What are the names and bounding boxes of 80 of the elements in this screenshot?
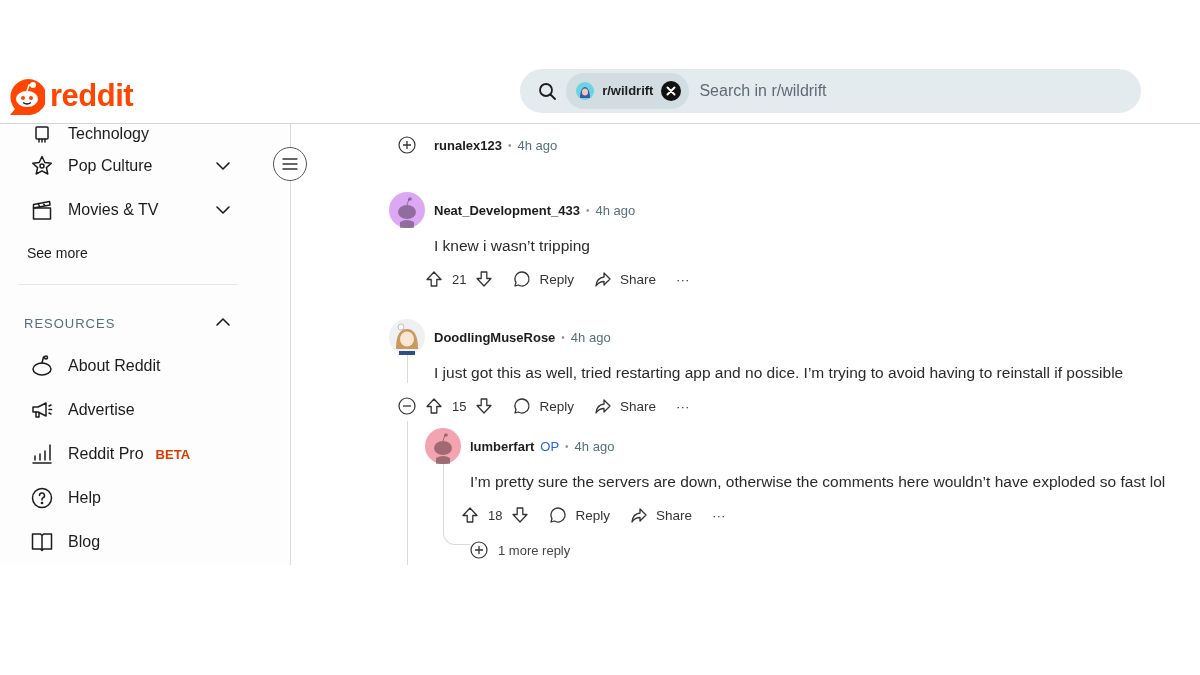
section-heading[interactable]: RESOURCES xyxy=(24,315,116,331)
upvote-button[interactable] xyxy=(461,506,479,524)
downvote-button[interactable] xyxy=(475,270,494,288)
share-arrow-icon xyxy=(594,397,612,415)
comment-author[interactable]: lumberfart xyxy=(470,438,535,454)
sidebar-item[interactable]: Technology xyxy=(0,124,290,144)
more-options-button[interactable]: ··· xyxy=(666,391,700,421)
comment-author[interactable]: Neat_Development_433 xyxy=(434,202,580,218)
share-button[interactable]: Share xyxy=(584,264,666,294)
comment-time: 4h ago xyxy=(570,329,611,345)
avatar-icon xyxy=(389,192,425,228)
item-label: About Reddit xyxy=(68,357,161,375)
cartoon-avatar-drawing xyxy=(389,319,425,355)
separator-dot: • xyxy=(565,440,569,452)
item-label: Help xyxy=(68,489,101,507)
comment-time: 4h ago xyxy=(574,438,615,454)
speech-bubble-icon xyxy=(549,506,568,524)
comment-time: 4h ago xyxy=(595,202,636,218)
reply-button[interactable]: Reply xyxy=(503,264,584,294)
more-replies-link[interactable]: 1 more reply xyxy=(498,542,571,558)
expand-button[interactable] xyxy=(398,136,416,154)
book-icon xyxy=(30,530,54,554)
search-field[interactable]: r/wildrift Search in r/wildrift xyxy=(520,68,1142,113)
op-label: OP xyxy=(540,438,560,454)
upvote-button[interactable] xyxy=(425,397,443,415)
beta-label: BETA xyxy=(155,446,191,462)
item-label: Advertise xyxy=(68,401,135,419)
star-icon xyxy=(30,154,54,178)
vote-count: 21 xyxy=(452,271,467,287)
comment-author[interactable]: DoodlingMuseRose xyxy=(434,329,556,345)
sidebar-item[interactable]: Blog xyxy=(0,520,290,564)
community-avatar-icon xyxy=(576,81,595,100)
comment-text: I knew i wasn’t tripping xyxy=(433,236,591,256)
share-button[interactable]: Share xyxy=(620,500,702,530)
bar-chart-icon xyxy=(30,442,54,466)
comment-author[interactable]: runalex123 xyxy=(434,137,502,153)
comment-text: I’m pretty sure the servers are down, otherwise the comments here wouldn’t have exploded so fast lol xyxy=(469,472,1167,492)
item-label: Movies & TV xyxy=(68,201,159,219)
item-label: Reddit Pro xyxy=(68,445,144,463)
item-label: Technology xyxy=(68,125,149,143)
subreddit-chip[interactable]: r/wildrift xyxy=(566,72,690,109)
reply-button[interactable]: Reply xyxy=(539,500,620,530)
menu-icon xyxy=(281,156,299,172)
collapse-button[interactable] xyxy=(398,397,416,415)
separator-dot: • xyxy=(507,139,512,151)
expand-icon[interactable] xyxy=(470,541,488,559)
speech-bubble-icon xyxy=(513,397,532,415)
sidebar-item[interactable]: About Reddit xyxy=(0,344,290,388)
alien-head-logo-icon xyxy=(7,76,45,115)
avatar-icon xyxy=(425,428,461,464)
clapperboard-icon xyxy=(30,198,54,222)
reply-button[interactable]: Reply xyxy=(503,391,584,421)
search-icon xyxy=(538,81,557,100)
separator-dot: • xyxy=(561,331,565,343)
more-options-button[interactable]: ··· xyxy=(666,264,700,294)
upvote-button[interactable] xyxy=(425,270,443,288)
vote-count: 15 xyxy=(452,398,467,414)
speech-bubble-icon xyxy=(513,270,532,288)
sidebar-item[interactable]: Advertise xyxy=(0,388,290,432)
close-icon[interactable] xyxy=(661,80,682,101)
downvote-button[interactable] xyxy=(511,506,530,524)
share-button[interactable]: Share xyxy=(584,391,666,421)
alien-head-icon xyxy=(30,354,54,378)
sidebar-item[interactable]: Reddit Pro BETA xyxy=(0,432,290,476)
more-options-button[interactable]: ··· xyxy=(702,500,736,530)
comment-time: 4h ago xyxy=(517,137,558,153)
sidebar-item[interactable]: Pop Culture xyxy=(0,144,290,188)
item-label: Blog xyxy=(68,533,101,551)
help-icon xyxy=(30,486,54,510)
downvote-button[interactable] xyxy=(475,397,494,415)
see-more-link[interactable]: See more xyxy=(0,232,290,274)
comment-text: I just got this as well, tried restarting app and no dice. I’m trying to avoid having to reinstall if possible xyxy=(433,363,1125,383)
item-label: Pop Culture xyxy=(68,157,153,175)
vote-count: 18 xyxy=(488,507,503,523)
share-arrow-icon xyxy=(630,506,648,524)
sidebar-item[interactable]: Movies & TV xyxy=(0,188,290,232)
menu-button[interactable] xyxy=(273,147,307,181)
sidebar-item[interactable]: Help xyxy=(0,476,290,520)
share-arrow-icon xyxy=(594,270,612,288)
separator-dot: • xyxy=(585,204,590,216)
